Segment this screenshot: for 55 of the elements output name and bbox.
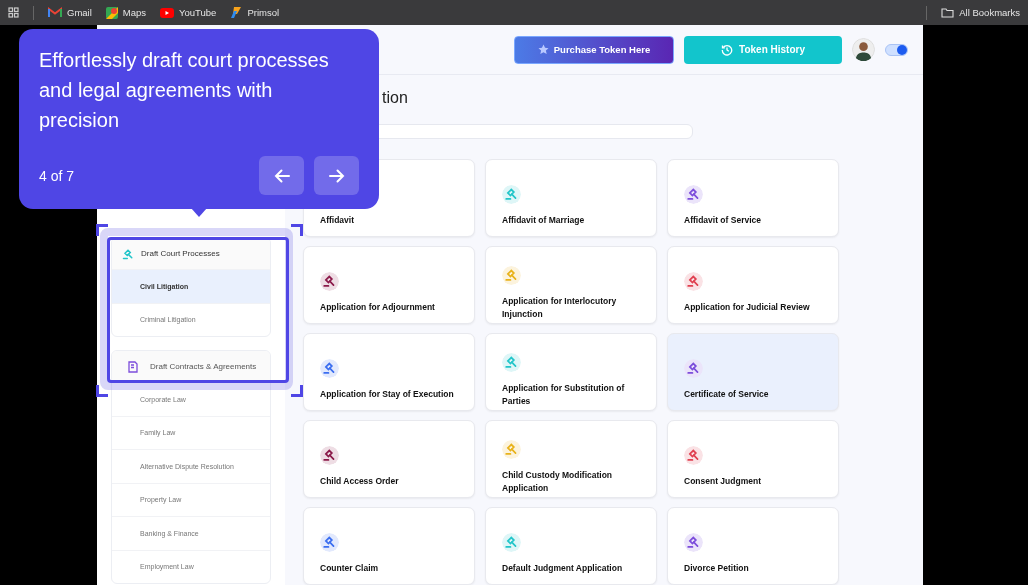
previous-button[interactable] <box>259 156 304 195</box>
star-icon <box>537 44 549 55</box>
play-icon <box>160 7 175 18</box>
gavel-icon <box>320 533 339 552</box>
gavel-icon <box>684 185 703 204</box>
right-arrow-icon <box>328 168 345 183</box>
gavel-icon <box>320 446 339 465</box>
document-card[interactable]: Application for Judicial Review <box>667 246 839 324</box>
leaf-icon <box>230 6 243 19</box>
gavel-icon <box>684 272 703 291</box>
tour-text: Effortlessly draft court processes and legal agreements with precision <box>39 48 330 133</box>
avatar[interactable] <box>852 38 875 61</box>
bookmark-link[interactable]: Gmail <box>67 7 92 18</box>
gavel-icon <box>502 352 521 372</box>
document-card[interactable]: Child Custody Modification Application <box>485 420 657 498</box>
bookmark-link[interactable]: Maps <box>122 7 147 18</box>
map-pin-icon <box>105 6 118 19</box>
left-arrow-icon <box>273 168 290 183</box>
document-card[interactable]: Child Access Order <box>303 420 475 498</box>
document-card[interactable]: Divorce Petition <box>667 507 839 585</box>
gavel-icon <box>502 439 521 459</box>
document-card[interactable]: Counter Claim <box>303 507 475 585</box>
gavel-icon <box>122 247 134 260</box>
purchase-token-button[interactable]: Purchase Token Here <box>514 35 674 64</box>
document-card[interactable]: Affidavit of Service <box>667 159 839 237</box>
step-counter: 4 of 7 <box>39 167 76 184</box>
document-card[interactable]: Affidavit of Marriage <box>485 159 657 237</box>
gavel-icon <box>320 272 339 291</box>
sidebar-group-header[interactable]: Draft Court Processes <box>141 249 220 258</box>
theme-toggle[interactable] <box>885 43 908 56</box>
document-card[interactable]: Certificate of Service <box>667 333 839 411</box>
bookmark-link[interactable]: Primsol <box>247 7 280 18</box>
gavel-icon <box>502 533 521 552</box>
document-card[interactable]: Application for Adjournment <box>303 246 475 324</box>
document-card[interactable]: Application for Stay of Execution <box>303 333 475 411</box>
bookmark-link[interactable]: YouTube <box>179 7 217 18</box>
mail-icon <box>48 7 62 18</box>
next-button[interactable] <box>314 156 359 195</box>
gavel-icon <box>684 359 703 378</box>
document-card[interactable]: Application for Interlocutory Injunction <box>485 246 657 324</box>
history-icon <box>721 43 734 56</box>
gavel-icon <box>502 265 521 285</box>
gavel-icon <box>684 446 703 465</box>
page-title: tion <box>382 89 409 107</box>
apps-icon[interactable] <box>8 7 19 18</box>
document-card[interactable]: Consent Judgment <box>667 420 839 498</box>
document-card[interactable]: Application for Substitution of Parties <box>485 333 657 411</box>
gavel-icon <box>320 359 339 378</box>
document-icon <box>128 360 138 373</box>
folder-icon <box>941 7 955 18</box>
document-card[interactable]: Default Judgment Application <box>485 507 657 585</box>
all-bookmarks-link[interactable]: All Bookmarks <box>959 7 1020 18</box>
gavel-icon <box>684 533 703 552</box>
gavel-icon <box>502 185 521 204</box>
sidebar-group-header[interactable]: Draft Contracts & Agreements <box>150 362 257 371</box>
